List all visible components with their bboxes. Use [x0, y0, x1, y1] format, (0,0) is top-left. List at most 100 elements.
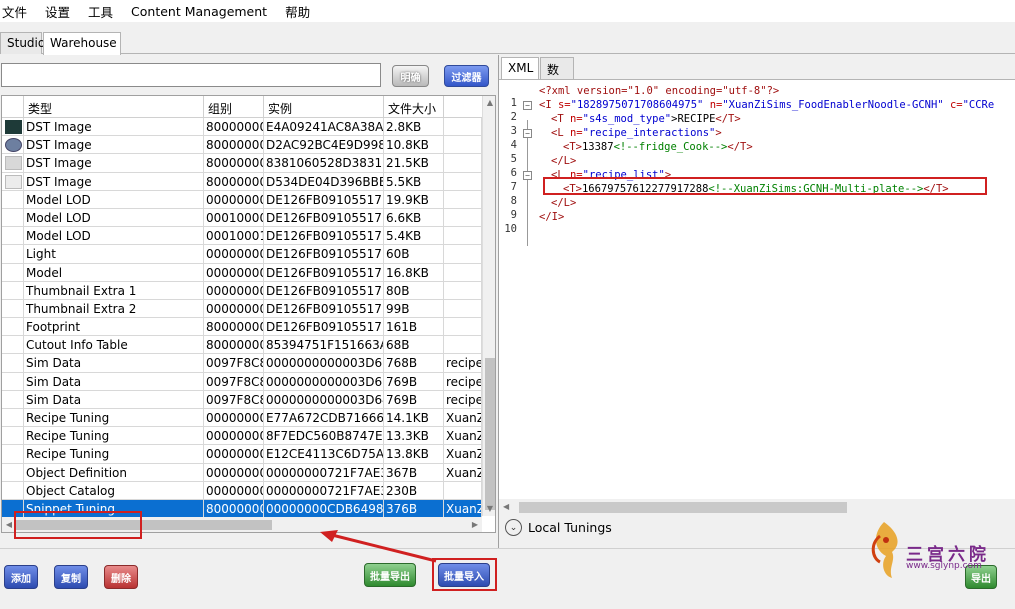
chevron-down-icon[interactable]: ⌄	[505, 519, 522, 536]
scroll-up-icon[interactable]: ▲	[483, 96, 495, 110]
xml-scroll-thumb[interactable]	[519, 502, 847, 513]
watermark-url: www.sglynp.com	[906, 561, 982, 571]
row-instance: 0000000000003D64	[266, 390, 384, 408]
table-row[interactable]: Object Catalog 00000000 00000000721F7AE3 23…	[2, 481, 482, 500]
row-thumbnail-cell	[2, 318, 24, 336]
table-row[interactable]: Light 00000000 DE126FB09105517B 60B	[2, 245, 482, 264]
row-size: 19.9KB	[384, 190, 444, 208]
scroll-left-icon[interactable]: ◀	[503, 499, 509, 515]
xml-tag: <T>	[563, 141, 582, 153]
xml-horizontal-scrollbar[interactable]: ◀	[499, 499, 1015, 515]
row-extra: XuanZ	[446, 409, 482, 427]
table-row[interactable]: Model LOD 00000000 DE126FB09105517B 19.9KB	[2, 190, 482, 209]
row-size: 68B	[384, 336, 444, 354]
xml-editor[interactable]: 1 <?xml version="1.0" encoding="utf-8"?>…	[499, 79, 1015, 499]
row-thumbnail-cell	[2, 190, 24, 208]
menu-content-management[interactable]: Content Management	[131, 4, 267, 19]
header-group[interactable]: 组别	[204, 96, 264, 118]
scroll-down-icon[interactable]: ▼	[483, 502, 495, 516]
table-row[interactable]: Cutout Info Table 80000000 85394751F151663…	[2, 336, 482, 355]
table-row[interactable]: Thumbnail Extra 2 00000000 DE126FB09105517…	[2, 299, 482, 319]
search-input[interactable]	[1, 63, 381, 87]
thumbnail-icon	[5, 174, 22, 189]
row-extra: recipe	[446, 354, 482, 372]
table-row[interactable]: DST Image 80000000 D2AC92BC4E9D998C 10.8KB	[2, 136, 482, 155]
row-instance: DE126FB09105517B	[266, 245, 384, 263]
row-thumbnail-cell	[2, 208, 24, 227]
row-group: 00000000	[206, 299, 264, 318]
table-row[interactable]: Thumbnail Extra 1 00000000 DE126FB09105517…	[2, 281, 482, 300]
xml-code: <I s="1828975071708604975" n="XuanZiSims…	[539, 99, 994, 111]
row-thumbnail-cell	[2, 154, 24, 172]
table-row[interactable]: Object Definition 00000000 00000000721F7AE…	[2, 463, 482, 482]
menu-settings[interactable]: 设置	[45, 2, 70, 21]
vertical-scroll-thumb[interactable]	[485, 358, 495, 510]
row-type: Model	[24, 263, 204, 281]
scroll-right-icon[interactable]: ▶	[468, 517, 482, 532]
row-extra: recipe	[446, 372, 482, 390]
xml-line-4: 4 − <L n="recipe_interactions">	[499, 127, 1015, 151]
row-type: Model LOD	[24, 190, 204, 208]
xml-line-1: 1 <?xml version="1.0" encoding="utf-8"?>	[499, 85, 1015, 109]
row-extra: recipe	[446, 390, 482, 408]
table-row[interactable]: Sim Data 0097F8C8 0000000000003D64 769B reci…	[2, 390, 482, 409]
table-row[interactable]: Footprint 80000000 DE126FB09105517B 161B	[2, 318, 482, 337]
table-row[interactable]: DST Image 80000000 8381060528D38315 21.5KB	[2, 154, 482, 173]
table-row[interactable]: Model LOD 00010000 DE126FB09105517B 6.6KB	[2, 208, 482, 228]
thumbnail-icon	[5, 138, 22, 153]
row-size: 21.5KB	[384, 154, 444, 172]
table-row[interactable]: Model LOD 00010001 DE126FB09105517B 5.4KB	[2, 227, 482, 246]
row-instance: 85394751F151663A	[266, 336, 384, 354]
table-row[interactable]: Recipe Tuning 00000000 8F7EDC560B8747EF 13.…	[2, 427, 482, 446]
tab-warehouse[interactable]: Warehouse	[43, 32, 121, 55]
add-button[interactable]: 添加	[4, 565, 38, 589]
batch-export-button[interactable]: 批量导出	[364, 563, 416, 587]
xml-attr: n=	[703, 99, 723, 111]
collapse-icon[interactable]: −	[523, 129, 532, 138]
row-group: 00000000	[206, 190, 264, 208]
row-instance: 8381060528D38315	[266, 154, 384, 172]
local-tunings-toggle[interactable]: ⌄ Local Tunings	[505, 519, 612, 536]
row-group: 0097F8C8	[206, 372, 264, 390]
collapse-icon[interactable]: −	[523, 171, 532, 180]
tab-xml[interactable]: XML	[501, 57, 539, 80]
row-size: 60B	[384, 245, 444, 263]
header-instance[interactable]: 实例	[264, 96, 384, 118]
row-thumbnail-cell	[2, 354, 24, 372]
copy-button[interactable]: 复制	[54, 565, 88, 589]
row-extra: XuanZ	[446, 445, 482, 463]
table-row[interactable]: Sim Data 0097F8C8 0000000000003D65 769B reci…	[2, 372, 482, 391]
table-row[interactable]: Sim Data 0097F8C8 0000000000003D63 768B reci…	[2, 354, 482, 373]
delete-button[interactable]: 删除	[104, 565, 138, 589]
table-row[interactable]: Recipe Tuning 00000000 E12CE4113C6D75A6 13.…	[2, 445, 482, 464]
xml-tag: </L>	[551, 197, 577, 209]
row-extra	[444, 227, 482, 245]
header-type[interactable]: 类型	[24, 96, 204, 118]
row-group: 80000000	[206, 318, 264, 336]
tab-studio[interactable]: Studio	[0, 32, 45, 54]
row-extra: XuanZ	[446, 463, 482, 481]
menu-tools[interactable]: 工具	[88, 2, 113, 21]
row-type: DST Image	[24, 154, 204, 172]
xml-tag: </L>	[551, 155, 577, 167]
row-type: Recipe Tuning	[24, 445, 204, 463]
collapse-icon[interactable]: −	[523, 101, 532, 110]
table-row[interactable]: Model 00000000 DE126FB09105517B 16.8KB	[2, 263, 482, 282]
header-size[interactable]: 文件大小	[384, 96, 444, 118]
clear-button[interactable]: 明确	[392, 65, 429, 87]
menu-file[interactable]: 文件	[2, 2, 27, 21]
row-size: 769B	[384, 390, 444, 408]
tab-data[interactable]: 数据	[540, 57, 574, 94]
filter-button[interactable]: 过滤器	[444, 65, 489, 87]
table-row[interactable]: DST Image 80000000 E4A09241AC8A38A5 2.8KB	[2, 118, 482, 137]
table-row[interactable]: DST Image 80000000 D534DE04D396BBE6 5.5KB	[2, 172, 482, 191]
menu-help[interactable]: 帮助	[285, 2, 310, 21]
row-extra	[444, 318, 482, 336]
menu-bar: 文件 设置 工具 Content Management 帮助	[0, 0, 1015, 22]
row-type: Footprint	[24, 318, 204, 336]
row-extra	[444, 172, 482, 190]
table-row[interactable]: Recipe Tuning 00000000 E77A672CDB716668 14.…	[2, 409, 482, 428]
row-thumbnail-cell	[2, 227, 24, 245]
row-instance: DE126FB09105517B	[266, 190, 384, 208]
table-vertical-scrollbar[interactable]: ▲ ▼	[482, 96, 495, 516]
